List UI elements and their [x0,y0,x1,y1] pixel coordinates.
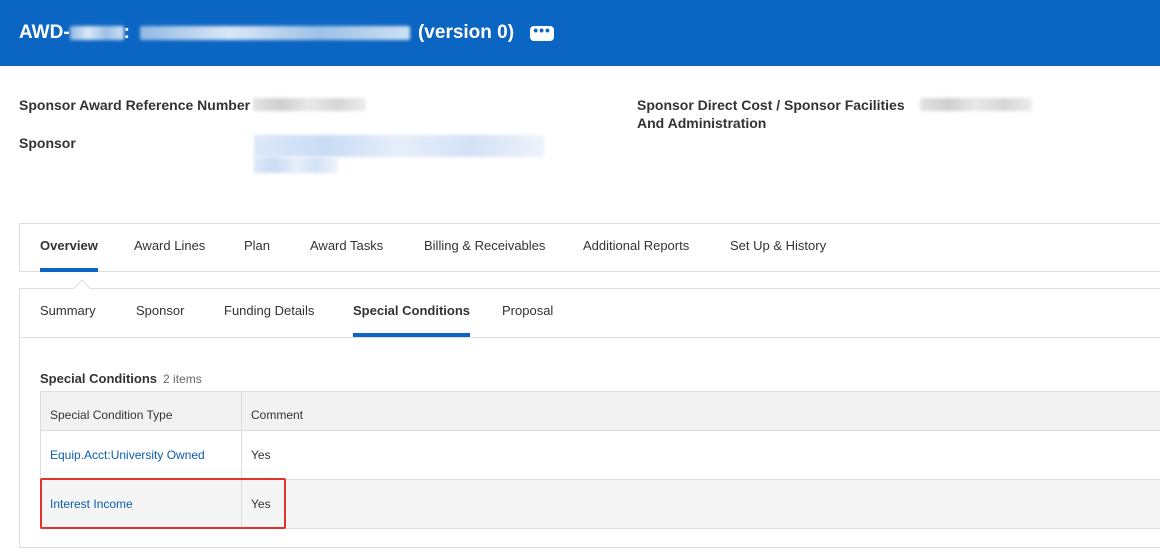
redacted-sponsor-award-ref-value [253,98,366,111]
main-tabs: Overview Award Lines Plan Award Tasks Bi… [19,223,1160,272]
ellipsis-icon: ••• [533,26,551,34]
column-header-comment[interactable]: Comment [242,392,1160,431]
tab-award-lines[interactable]: Award Lines [134,224,205,272]
cell-comment: Yes [242,431,1160,480]
sponsor-award-ref-label: Sponsor Award Reference Number [19,96,250,114]
redacted-award-number [70,26,124,40]
tab-plan[interactable]: Plan [244,224,270,272]
subtab-proposal[interactable]: Proposal [502,289,553,337]
more-actions-button[interactable]: ••• [530,26,554,41]
direct-cost-label-line1: Sponsor Direct Cost / Sponsor Facilities [637,96,905,114]
page-title: AWD- : (version 0) [19,22,514,44]
tab-overview[interactable]: Overview [40,224,98,272]
cell-comment: Yes [242,480,1160,529]
subtab-special-conditions[interactable]: Special Conditions [353,289,470,337]
direct-cost-label: Sponsor Direct Cost / Sponsor Facilities… [637,96,905,132]
title-prefix: AWD- [19,22,70,44]
sub-tabs: Summary Sponsor Funding Details Special … [20,289,1160,338]
direct-cost-label-line2: And Administration [637,114,905,132]
tab-set-up-history[interactable]: Set Up & History [730,224,826,272]
table-row: Interest Income Yes [41,480,1160,529]
cell-type: Interest Income [41,480,242,529]
redacted-sponsor-value[interactable] [254,135,544,157]
redacted-sponsor-value-line2[interactable] [254,157,338,173]
tab-additional-reports[interactable]: Additional Reports [583,224,689,272]
title-version: (version 0) [418,22,514,44]
page-header: AWD- : (version 0) ••• [0,0,1160,66]
redacted-direct-cost-value [920,98,1032,111]
item-count: 2 items [163,372,202,386]
section-title-text: Special Conditions [40,371,157,386]
condition-type-link[interactable]: Equip.Acct:University Owned [50,448,205,462]
table-header-row: Special Condition Type Comment [41,392,1160,431]
subtab-summary[interactable]: Summary [40,289,96,337]
section-title: Special Conditions 2 items [40,371,202,386]
sponsor-label: Sponsor [19,134,76,152]
overview-panel: Summary Sponsor Funding Details Special … [19,288,1160,548]
redacted-award-name [140,26,410,40]
cell-type: Equip.Acct:University Owned [41,431,242,480]
subtab-funding-details[interactable]: Funding Details [224,289,314,337]
special-conditions-table: Special Condition Type Comment Equip.Acc… [40,391,1160,529]
table-row: Equip.Acct:University Owned Yes [41,431,1160,480]
subtab-sponsor[interactable]: Sponsor [136,289,184,337]
tab-award-tasks[interactable]: Award Tasks [310,224,383,272]
tab-billing-receivables[interactable]: Billing & Receivables [424,224,545,272]
title-separator: : [124,22,130,44]
column-header-type[interactable]: Special Condition Type [41,392,242,431]
condition-type-link[interactable]: Interest Income [50,497,133,511]
